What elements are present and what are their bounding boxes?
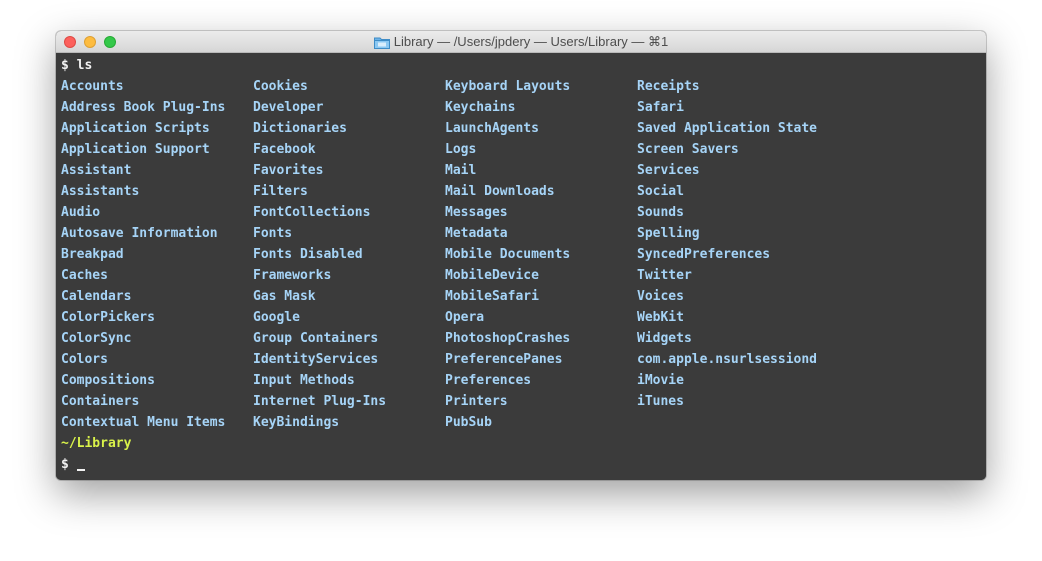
terminal-window: Library — /Users/jpdery — Users/Library … [56,31,986,480]
directory-entry: Spelling [637,226,700,241]
window-title: Library — /Users/jpdery — Users/Library … [393,34,669,49]
directory-entry: Cookies [253,79,308,94]
command-line: $ ls [61,55,986,76]
directory-entry: Internet Plug-Ins [253,394,387,409]
text-cursor [76,469,85,471]
directory-entry: iMovie [637,373,684,388]
directory-entry: PreferencePanes [445,352,563,367]
directory-entry: Audio [61,205,101,220]
directory-entry: Input Methods [253,373,355,388]
directory-entry: Screen Savers [637,142,739,157]
directory-entry: Assistant [61,163,132,178]
directory-entry: MobileSafari [445,289,539,304]
directory-entry: SyncedPreferences [637,247,771,262]
directory-entry: Mobile Documents [445,247,571,262]
directory-entry: Compositions [61,373,155,388]
directory-entry: ColorSync [61,331,132,346]
directory-entry: Services [637,163,700,178]
directory-entry: WebKit [637,310,684,325]
directory-entry: Fonts Disabled [253,247,363,262]
directory-entry: Metadata [445,226,508,241]
directory-entry: Developer [253,100,324,115]
directory-entry: Preferences [445,373,532,388]
directory-entry: com.apple.nsurlsessiond [637,352,818,367]
directory-entry: KeyBindings [253,415,340,430]
directory-entry: Caches [61,268,108,283]
directory-entry: Colors [61,352,108,367]
directory-entry: Contextual Menu Items [61,415,226,430]
directory-entry: ColorPickers [61,310,155,325]
directory-entry: Keyboard Layouts [445,79,571,94]
window-title-container: Library — /Users/jpdery — Users/Library … [56,31,986,53]
directory-entry: Mail [445,163,477,178]
directory-entry: Messages [445,205,508,220]
directory-entry: Autosave Information [61,226,218,241]
directory-entry: Containers [61,394,140,409]
directory-entry: Twitter [637,268,692,283]
directory-entry: Receipts [637,79,700,94]
directory-entry: IdentityServices [253,352,379,367]
directory-entry: Keychains [445,100,516,115]
directory-entry: PubSub [445,415,492,430]
input-line[interactable]: $ [61,454,986,475]
directory-entry: Safari [637,100,684,115]
directory-entry: Breakpad [61,247,124,262]
directory-entry: Favorites [253,163,324,178]
directory-entry: FontCollections [253,205,371,220]
directory-entry: Widgets [637,331,692,346]
directory-entry: LaunchAgents [445,121,539,136]
directory-entry: Logs [445,142,477,157]
command-text: ls [76,58,93,73]
directory-entry: Social [637,184,684,199]
directory-entry: Group Containers [253,331,379,346]
directory-entry: Calendars [61,289,132,304]
ls-output: Accounts Address Book Plug-Ins Application… [61,76,986,433]
directory-entry: MobileDevice [445,268,539,283]
directory-entry: Voices [637,289,684,304]
directory-entry: Assistants [61,184,140,199]
directory-entry: Frameworks [253,268,332,283]
directory-entry: Accounts [61,79,124,94]
directory-entry: Filters [253,184,308,199]
directory-entry: PhotoshopCrashes [445,331,571,346]
prompt-symbol: $ [61,58,69,73]
directory-entry: iTunes [637,394,684,409]
directory-entry: Opera [445,310,485,325]
directory-entry: Address Book Plug-Ins [61,100,226,115]
directory-entry: Mail Downloads [445,184,555,199]
title-bar[interactable]: Library — /Users/jpdery — Users/Library … [56,31,986,53]
folder-icon [373,37,390,49]
directory-entry: Dictionaries [253,121,347,136]
current-path: ~/Library [61,436,132,451]
directory-entry: Gas Mask [253,289,316,304]
directory-entry: Application Scripts [61,121,210,136]
directory-entry: Sounds [637,205,684,220]
directory-entry: Saved Application State [637,121,818,136]
directory-entry: Fonts [253,226,293,241]
directory-entry: Application Support [61,142,210,157]
directory-entry: Facebook [253,142,316,157]
directory-entry: Google [253,310,300,325]
terminal-content[interactable]: $ ls Accounts Address Book Plug-Ins Applic… [56,53,986,480]
directory-entry: Printers [445,394,508,409]
prompt-symbol: $ [61,457,69,472]
